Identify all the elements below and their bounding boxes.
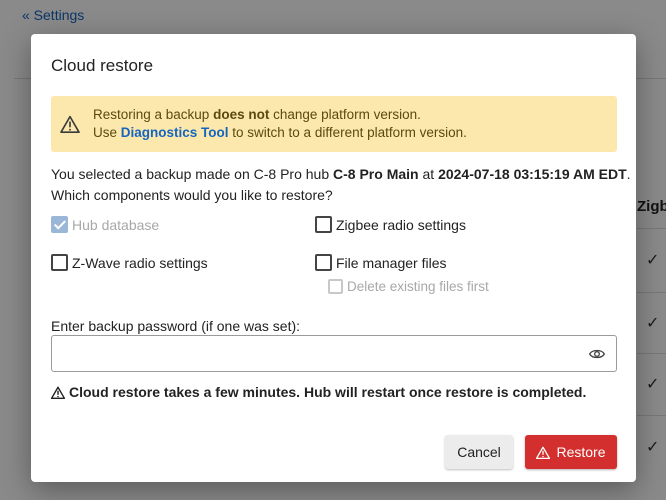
restore-button[interactable]: Restore <box>525 435 617 469</box>
backup-timestamp: 2024-07-18 03:15:19 AM EDT <box>438 166 627 182</box>
restore-question: Which components would you like to resto… <box>51 187 333 203</box>
warning-text: change platform version. <box>269 107 421 122</box>
backup-source-line: You selected a backup made on C-8 Pro hu… <box>51 164 631 185</box>
file-manager-checkbox[interactable] <box>315 254 332 271</box>
hub-database-option: Hub database <box>51 216 159 233</box>
file-manager-option[interactable]: File manager files <box>315 254 447 271</box>
zigbee-checkbox[interactable] <box>315 216 332 233</box>
zigbee-label[interactable]: Zigbee radio settings <box>336 217 466 233</box>
cloud-restore-dialog: Cloud restore Restoring a backup does no… <box>31 34 636 482</box>
zwave-checkbox[interactable] <box>51 254 68 271</box>
warning-line-2: Use Diagnostics Tool to switch to a diff… <box>93 125 467 140</box>
delete-existing-label: Delete existing files first <box>347 279 489 294</box>
description-text: You selected a backup made on C-8 Pro hu… <box>51 166 334 182</box>
eye-icon[interactable] <box>589 347 605 361</box>
warning-line-1: Restoring a backup does not change platf… <box>93 107 421 122</box>
hub-database-label: Hub database <box>72 216 160 233</box>
restart-notice-text: Cloud restore takes a few minutes. Hub w… <box>69 384 587 400</box>
cancel-label: Cancel <box>457 444 501 460</box>
description-text: . <box>626 166 631 182</box>
warning-text: Use <box>93 125 121 140</box>
password-input[interactable] <box>60 344 580 364</box>
diagnostics-tool-link[interactable]: Diagnostics Tool <box>121 125 229 140</box>
password-field[interactable] <box>51 335 617 372</box>
warning-icon <box>60 115 80 133</box>
password-label: Enter backup password (if one was set): <box>51 318 301 334</box>
file-manager-label[interactable]: File manager files <box>336 255 447 271</box>
delete-existing-option: Delete existing files first <box>328 279 489 294</box>
warning-text: to switch to a different platform versio… <box>228 125 467 140</box>
restart-notice: Cloud restore takes a few minutes. Hub w… <box>51 384 586 400</box>
warning-emphasis: does not <box>213 107 270 122</box>
hub-database-checkbox <box>51 216 68 233</box>
cancel-button[interactable]: Cancel <box>445 435 513 469</box>
warning-icon <box>536 446 551 459</box>
warning-icon <box>51 386 65 399</box>
zwave-option[interactable]: Z-Wave radio settings <box>51 254 208 271</box>
zwave-label[interactable]: Z-Wave radio settings <box>72 255 208 271</box>
backup-description: You selected a backup made on C-8 Pro hu… <box>51 164 631 206</box>
restore-label: Restore <box>556 444 606 460</box>
delete-existing-checkbox <box>328 279 343 294</box>
platform-version-warning: Restoring a backup does not change platf… <box>51 96 617 152</box>
description-text: at <box>418 166 439 182</box>
dialog-title: Cloud restore <box>51 56 154 75</box>
hub-name: C-8 Pro Main <box>333 166 419 182</box>
warning-text: Restoring a backup <box>93 107 214 122</box>
zigbee-option[interactable]: Zigbee radio settings <box>315 216 466 233</box>
